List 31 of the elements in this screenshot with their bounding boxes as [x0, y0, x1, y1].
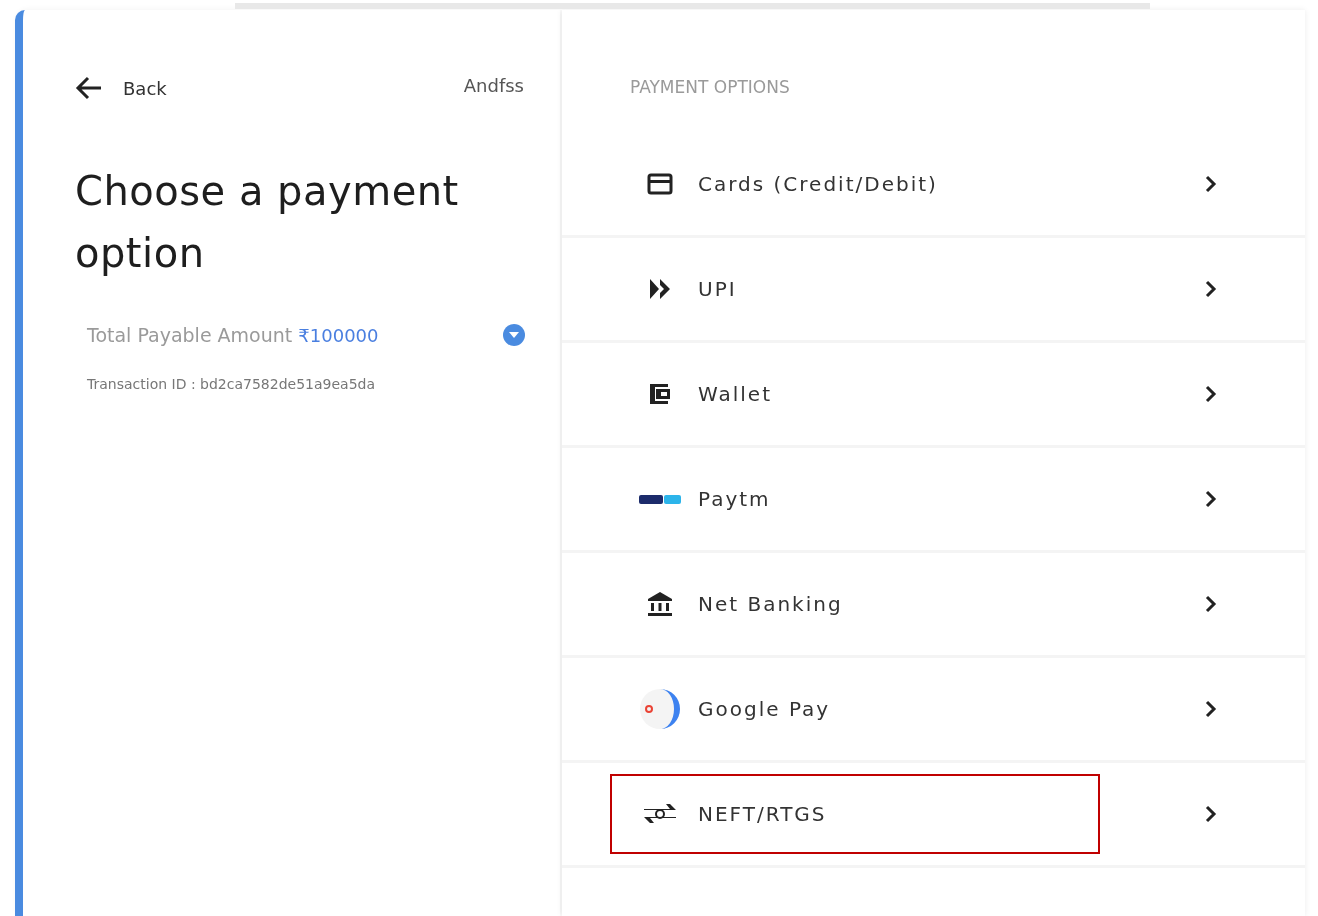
payment-option[interactable]: Wallet	[562, 343, 1305, 448]
payment-option[interactable]: Cards (Credit/Debit)	[562, 133, 1305, 238]
chevron-right-icon	[1205, 280, 1217, 298]
wallet-icon	[648, 382, 672, 406]
logo-icon	[639, 493, 681, 505]
logo-icon	[638, 687, 682, 731]
payment-option[interactable]: Net Banking	[562, 553, 1305, 658]
chevron-right-icon	[1205, 700, 1217, 718]
chevron-right-icon	[1205, 805, 1217, 823]
payment-option[interactable]: UPI	[562, 238, 1305, 343]
chevron-right-icon	[1205, 175, 1217, 193]
section-heading: PAYMENT OPTIONS	[629, 76, 791, 99]
highlight-frame: NEFT/RTGS	[610, 774, 1100, 854]
caret-icon	[509, 332, 519, 338]
total-amount: Total Payable Amount ₹100000	[87, 324, 379, 346]
chevron-right-icon	[1205, 595, 1217, 613]
transaction-id: Transaction ID : bd2ca7582de51a9ea5da	[86, 376, 377, 392]
chevron-right-icon	[1205, 490, 1217, 508]
expand-toggle[interactable]	[503, 324, 525, 346]
credit-card-icon	[647, 173, 673, 195]
transfer-icon	[643, 803, 677, 825]
merchant-name: Andfss	[463, 74, 524, 96]
payment-option[interactable]: NEFT/RTGS	[562, 763, 1305, 868]
back-button[interactable]: Back	[75, 76, 167, 100]
back-arrow-icon	[75, 76, 103, 100]
bank-icon	[647, 591, 673, 617]
payment-option[interactable]: Google Pay	[562, 658, 1305, 763]
page-title: Choose a payment option	[75, 167, 460, 278]
chevron-right-icon	[1205, 385, 1217, 403]
payment-option[interactable]: Paytm	[562, 448, 1305, 553]
double-chevron-icon	[648, 278, 672, 300]
